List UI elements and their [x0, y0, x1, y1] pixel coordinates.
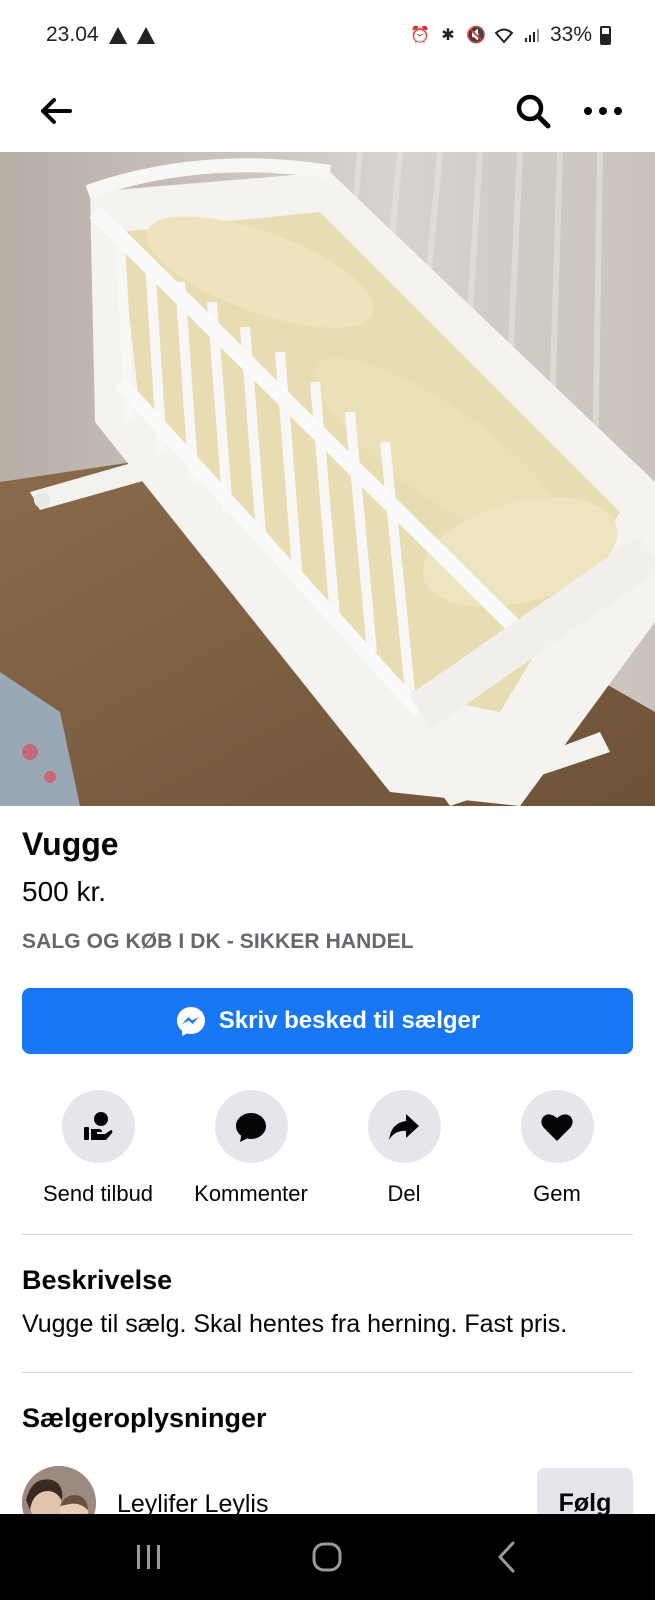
alarm-icon: ⏰: [410, 27, 430, 44]
comment-circle: [214, 1090, 288, 1163]
status-time: 23.04: [46, 23, 99, 46]
comment-button[interactable]: Kommenter: [175, 1090, 327, 1207]
messenger-icon: [176, 1007, 205, 1036]
wifi-icon: [494, 25, 514, 45]
share-icon: [389, 1113, 419, 1140]
recent-apps-icon: [137, 1545, 161, 1569]
home-icon: [312, 1542, 342, 1572]
heart-icon: [541, 1113, 573, 1141]
mute-icon: 🔇: [466, 27, 486, 44]
status-bar: 23.04 ⏰ ✱ 🔇 33%: [0, 0, 655, 70]
system-nav-bar: [0, 1514, 655, 1600]
search-button[interactable]: [511, 89, 555, 133]
action-row: Send tilbud Kommenter Del Gem: [22, 1090, 633, 1207]
message-seller-label: Skriv besked til sælger: [218, 1007, 481, 1034]
back-nav-button[interactable]: [476, 1527, 536, 1587]
search-icon: [516, 94, 551, 129]
listing-title: Vugge: [22, 826, 119, 862]
send-offer-circle: [61, 1090, 135, 1163]
more-dots-icon: [584, 107, 622, 115]
header-actions: [511, 89, 625, 133]
description-heading: Beskrivelse: [22, 1265, 173, 1295]
save-label: Gem: [533, 1181, 581, 1206]
group-name[interactable]: SALG OG KØB I DK - SIKKER HANDEL: [22, 930, 414, 954]
chevron-left-icon: [498, 1541, 515, 1573]
save-circle: [520, 1090, 594, 1163]
divider: [22, 1372, 633, 1373]
share-button[interactable]: Del: [328, 1090, 480, 1207]
listing-price: 500 kr.: [22, 876, 107, 907]
status-right: ⏰ ✱ 🔇 33%: [410, 23, 611, 47]
home-button[interactable]: [297, 1527, 357, 1587]
more-button[interactable]: [581, 89, 625, 133]
arrow-left-icon: [41, 98, 72, 124]
listing-photo[interactable]: [0, 152, 655, 806]
app-header: [0, 70, 655, 152]
signal-icon: [522, 25, 542, 45]
bluetooth-icon: ✱: [441, 27, 455, 44]
status-left: 23.04: [46, 23, 155, 47]
notification-icon-2: [136, 26, 155, 44]
send-offer-label: Send tilbud: [42, 1181, 154, 1206]
offer-hand-icon: [84, 1111, 113, 1140]
comment-label: Kommenter: [194, 1181, 308, 1206]
cradle-image: [0, 152, 655, 806]
recent-apps-button[interactable]: [119, 1527, 179, 1587]
battery-icon: [600, 25, 611, 45]
notification-icon: [108, 26, 127, 44]
share-circle: [367, 1090, 441, 1163]
back-button[interactable]: [34, 89, 78, 133]
battery-percent: 33%: [549, 23, 592, 46]
share-label: Del: [387, 1181, 421, 1206]
comment-icon: [236, 1112, 266, 1142]
divider: [22, 1234, 633, 1235]
description-text: Vugge til sælg. Skal hentes fra herning.…: [22, 1310, 568, 1338]
save-button[interactable]: Gem: [481, 1090, 633, 1207]
message-seller-button[interactable]: Skriv besked til sælger: [22, 988, 633, 1054]
seller-heading: Sælgeroplysninger: [22, 1403, 267, 1433]
send-offer-button[interactable]: Send tilbud: [22, 1090, 174, 1207]
